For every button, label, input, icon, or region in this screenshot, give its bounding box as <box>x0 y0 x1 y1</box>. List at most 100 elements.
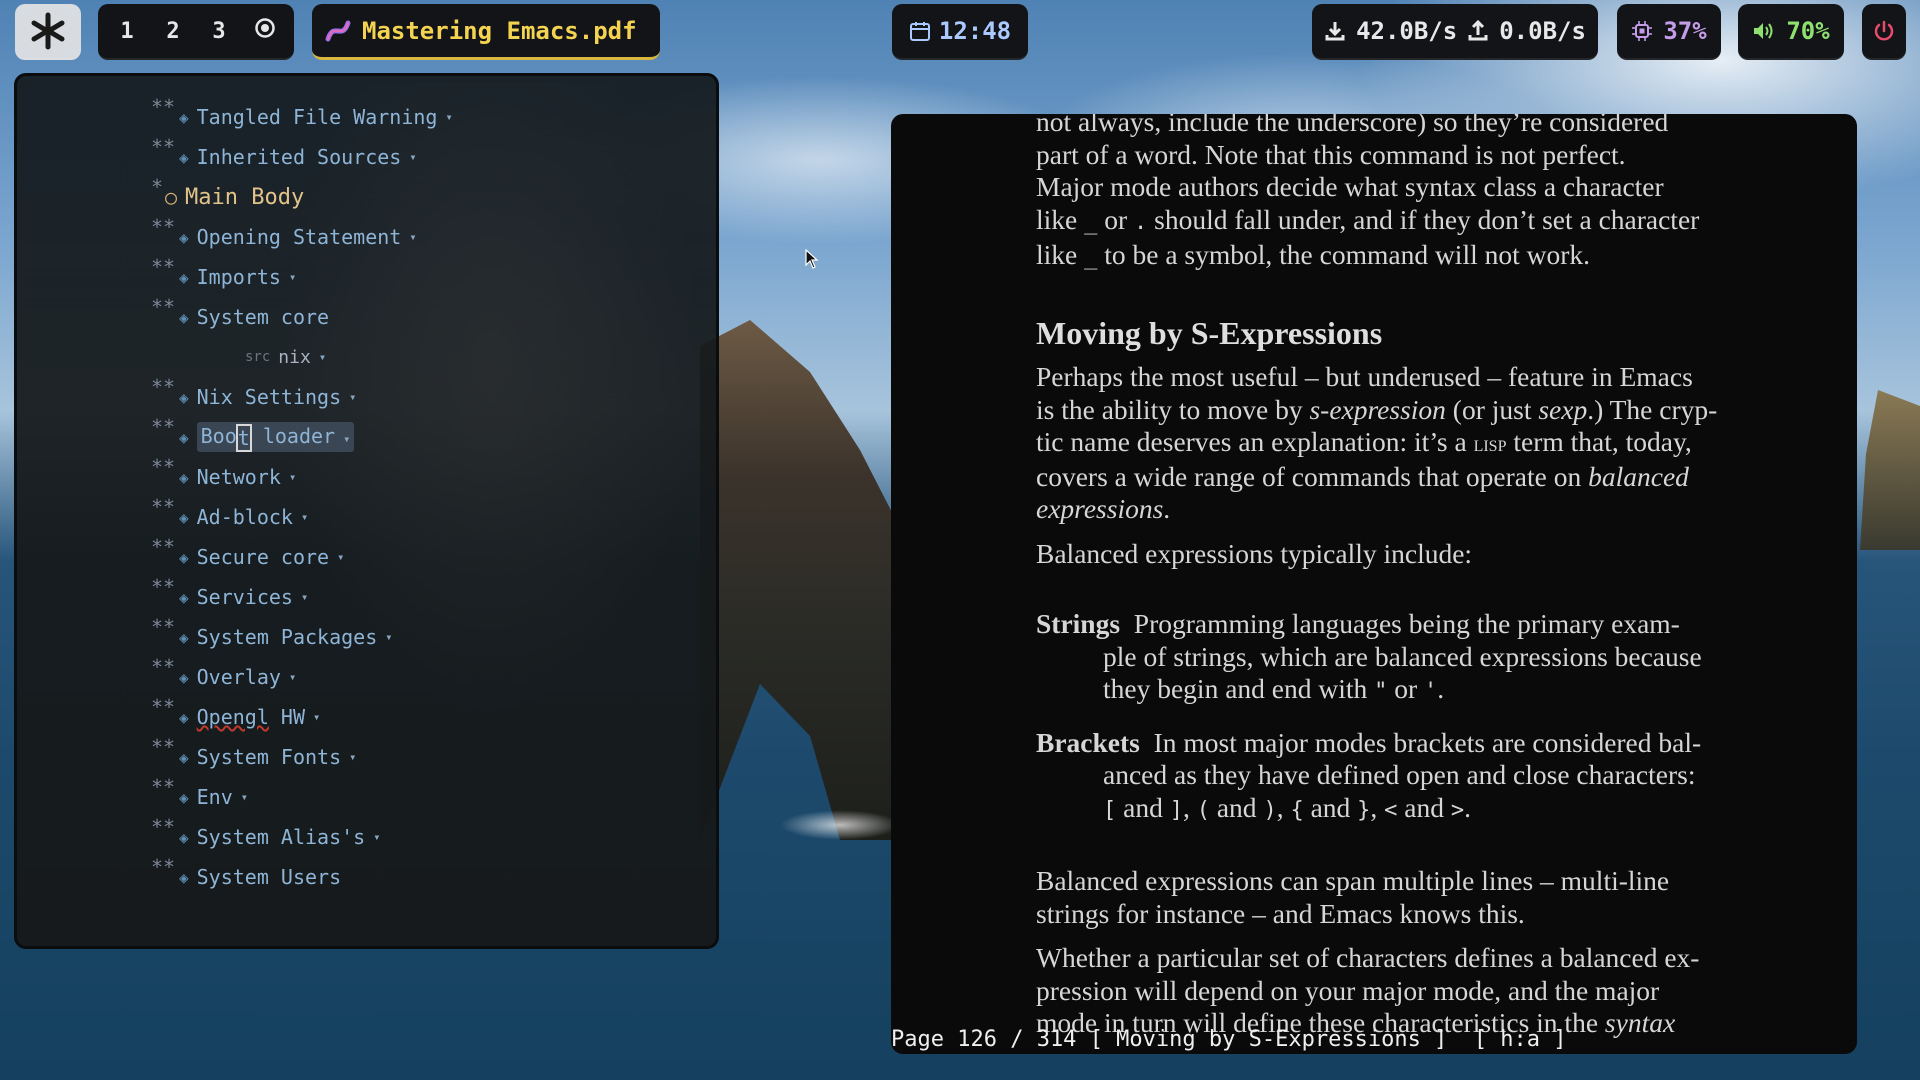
fold-indicator-icon[interactable]: ▾ <box>289 270 296 284</box>
heading-bullet-icon: ◈ <box>179 627 189 647</box>
pdf-paragraph: Whether a particular set of characters d… <box>1036 942 1700 1038</box>
pdf-definition-brackets: Brackets In most major modes brackets ar… <box>1036 726 1702 823</box>
cpu-chip-icon <box>1632 21 1653 41</box>
org-heading-label: Services <box>196 585 293 609</box>
org-heading-row[interactable]: ** ◈ System Users <box>151 855 341 895</box>
cpu-usage: 37% <box>1663 17 1707 45</box>
pdf-page-content: not always, include the underscore) so t… <box>1036 114 1726 1040</box>
fold-indicator-icon[interactable]: ▾ <box>409 230 416 244</box>
cpu-widget[interactable]: 37% <box>1617 4 1721 60</box>
org-stars: * <box>151 175 164 199</box>
fold-indicator-icon[interactable]: ▾ <box>343 432 350 446</box>
org-heading-row[interactable]: ** ◈ Imports ▾ <box>151 255 296 295</box>
text-cursor: t <box>235 423 252 452</box>
fold-indicator-icon[interactable]: ▾ <box>337 550 344 564</box>
org-heading-label-current: Boot loader ▾ <box>196 422 355 452</box>
org-heading-row[interactable]: ** ◈ System Fonts ▾ <box>151 735 356 775</box>
heading-bullet-icon: ◈ <box>179 147 189 167</box>
fold-indicator-icon[interactable]: ▾ <box>319 350 326 364</box>
org-heading-label: Inherited Sources <box>196 145 402 169</box>
src-block-lang: nix <box>278 346 311 368</box>
fold-indicator-icon[interactable]: ▾ <box>445 110 452 124</box>
src-block-tag: src <box>245 349 271 365</box>
pdf-paragraph: Balanced expressions typically include: <box>1036 537 1473 569</box>
org-heading-row[interactable]: ** ◈ Secure core ▾ <box>151 535 344 575</box>
org-heading-label: Opening Statement <box>196 225 402 249</box>
org-heading-row[interactable]: ** ◈ Overlay ▾ <box>151 655 296 695</box>
org-heading-row[interactable]: src nix ▾ <box>245 339 326 375</box>
volume-widget[interactable]: 70% <box>1738 4 1844 60</box>
org-heading-row[interactable]: ** ◈ Opengl HW ▾ <box>151 695 320 735</box>
org-heading-label: Env <box>196 785 233 809</box>
heading-bullet-icon: ◈ <box>179 227 189 247</box>
fold-indicator-icon[interactable]: ▾ <box>349 390 356 404</box>
network-speed-widget[interactable]: 42.0B/s 0.0B/s <box>1312 4 1598 60</box>
org-heading-row[interactable]: ** ◈ Network ▾ <box>151 455 296 495</box>
org-heading-row[interactable]: ** ◈ Env ▾ <box>151 775 248 815</box>
org-heading-label: Tangled File Warning <box>196 105 438 129</box>
org-heading-row[interactable]: ** ◈ Ad-block ▾ <box>151 495 308 535</box>
launcher-button[interactable] <box>15 4 81 60</box>
heading-bullet-icon: ◈ <box>179 587 189 607</box>
org-heading-row[interactable]: ** ◈ Inherited Sources ▾ <box>151 135 417 175</box>
pdf-viewer-window[interactable]: not always, include the underscore) so t… <box>891 114 1857 1054</box>
workspace-active-indicator-icon[interactable] <box>248 17 282 45</box>
fold-indicator-icon[interactable]: ▾ <box>301 510 308 524</box>
org-heading-row[interactable]: ** ◈ System Alias's ▾ <box>151 815 380 855</box>
power-icon <box>1874 20 1894 41</box>
workspace-1-button[interactable]: 1 <box>110 19 144 44</box>
org-heading-label: Network <box>196 465 281 489</box>
window-title-text: Mastering Emacs.pdf <box>362 16 637 45</box>
fold-indicator-icon[interactable]: ▾ <box>289 670 296 684</box>
wallpaper-cliff-far <box>1860 390 1920 550</box>
heading-bullet-icon: ◈ <box>179 107 189 127</box>
download-icon <box>1325 22 1345 41</box>
status-section: [ Moving by S-Expressions ] <box>1089 1027 1448 1052</box>
fold-indicator-icon[interactable]: ▾ <box>373 830 380 844</box>
fold-indicator-icon[interactable]: ▾ <box>313 710 320 724</box>
org-heading-row[interactable]: ** ◈ Services ▾ <box>151 575 308 615</box>
fold-indicator-icon[interactable]: ▾ <box>289 470 296 484</box>
volume-icon <box>1754 23 1773 39</box>
volume-level: 70% <box>1786 17 1830 45</box>
clock-widget[interactable]: 12:48 <box>892 4 1028 60</box>
status-page: Page 126 / 314 <box>891 1027 1077 1052</box>
org-stars: ** <box>151 655 176 679</box>
org-heading-row[interactable]: ** ◈ Boot loader ▾ <box>151 415 355 455</box>
pdf-paragraph: Balanced expressions can span multiple l… <box>1036 865 1670 929</box>
org-heading-row[interactable]: ** ◈ System Packages ▾ <box>151 615 393 655</box>
heading-bullet-icon: ◈ <box>179 387 189 407</box>
fold-indicator-icon[interactable]: ▾ <box>385 630 392 644</box>
org-heading-row[interactable]: * ○ Main Body <box>151 175 304 215</box>
power-button[interactable] <box>1862 4 1906 60</box>
pdf-status-line: Page 126 / 314 [ Moving by S-Expressions… <box>891 1027 1567 1053</box>
org-heading-label: System Fonts <box>196 745 342 769</box>
org-heading-label: System Alias's <box>196 825 366 849</box>
pdf-section-heading: Moving by S-Expressions <box>1036 314 1383 351</box>
pdf-definition-strings: Strings Programming languages being the … <box>1036 608 1702 704</box>
heading-bullet-icon: ◈ <box>179 507 189 527</box>
fold-indicator-icon[interactable]: ▾ <box>349 750 356 764</box>
pdf-paragraph: not always, include the underscore) so t… <box>1036 114 1700 270</box>
active-window-title[interactable]: Mastering Emacs.pdf <box>312 4 660 60</box>
org-stars: ** <box>151 855 176 879</box>
status-mode: [ h:a ] <box>1473 1027 1567 1052</box>
fold-indicator-icon[interactable]: ▾ <box>409 150 416 164</box>
download-speed: 42.0B/s <box>1356 17 1458 45</box>
fold-indicator-icon[interactable]: ▾ <box>301 590 308 604</box>
heading-bullet-icon: ◈ <box>179 467 189 487</box>
upload-speed: 0.0B/s <box>1499 17 1586 45</box>
org-heading-row[interactable]: ** ◈ Opening Statement ▾ <box>151 215 417 255</box>
org-stars: ** <box>151 815 176 839</box>
org-heading-label: Nix Settings <box>196 385 342 409</box>
org-stars: ** <box>151 695 176 719</box>
org-stars: ** <box>151 135 176 159</box>
workspace-3-button[interactable]: 3 <box>202 19 236 44</box>
org-heading-row[interactable]: ** ◈ System core <box>151 295 329 335</box>
org-heading-row[interactable]: ** ◈ Nix Settings ▾ <box>151 375 356 415</box>
clock-time: 12:48 <box>938 17 1012 45</box>
org-heading-row[interactable]: ** ◈ Tangled File Warning ▾ <box>151 95 453 135</box>
fold-indicator-icon[interactable]: ▾ <box>241 790 248 804</box>
emacs-org-window[interactable]: ** ◈ Tangled File Warning ▾ ** ◈ Inherited Sou… <box>14 73 719 949</box>
workspace-2-button[interactable]: 2 <box>156 19 190 44</box>
